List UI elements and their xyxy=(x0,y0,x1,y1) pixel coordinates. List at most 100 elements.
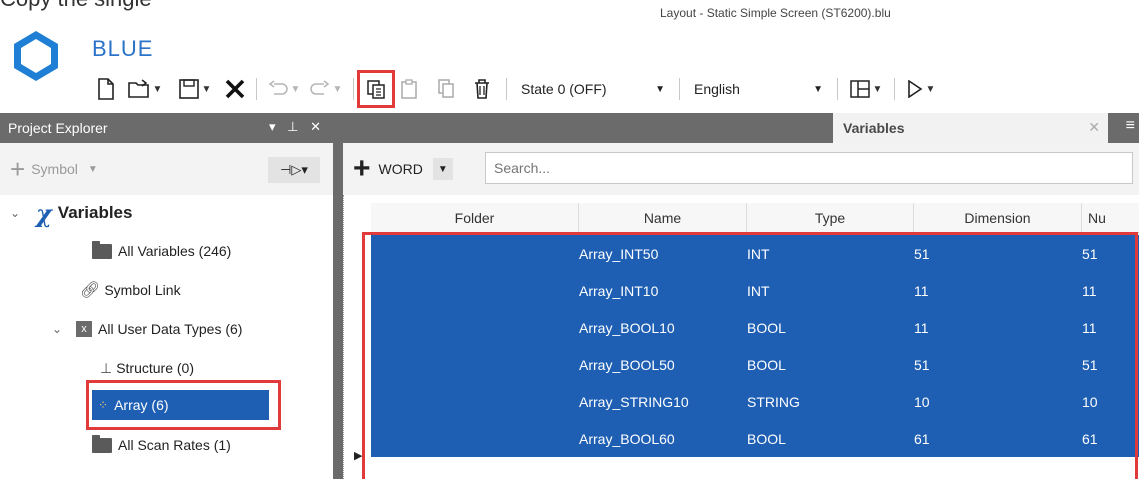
cell-type: STRING xyxy=(747,393,800,410)
cell-name: Array_BOOL60 xyxy=(579,430,675,447)
tree-node-variables[interactable]: ⌄ χ Variables xyxy=(10,198,133,228)
paste-icon xyxy=(401,79,417,99)
array-icon: ⁘ xyxy=(98,398,109,412)
panel-controls[interactable]: ▾ ⊥ ✕ xyxy=(269,119,325,135)
cell-dimension: 11 xyxy=(914,282,929,299)
tree-node-user-data-types[interactable]: ⌄ x All User Data Types (6) xyxy=(52,315,242,343)
cell-name: Array_INT10 xyxy=(579,282,659,299)
cell-nu: 10 xyxy=(1082,393,1098,410)
add-variable-button[interactable]: + WORD xyxy=(353,152,423,185)
add-symbol-button[interactable]: + Symbol ▼ xyxy=(10,154,98,184)
cell-nu: 11 xyxy=(1082,282,1097,299)
save-button[interactable]: ▼ xyxy=(170,74,220,104)
tree-node-array-label: Array (6) xyxy=(114,397,169,413)
column-header-name[interactable]: Name xyxy=(579,203,747,233)
toolbar-divider xyxy=(353,78,354,100)
cell-type: BOOL xyxy=(747,319,786,336)
panel-splitter[interactable] xyxy=(333,113,343,479)
cell-dimension: 11 xyxy=(914,319,929,336)
tree-node-scan-rates[interactable]: All Scan Rates (1) xyxy=(92,431,231,459)
pin-menu-button[interactable]: ⊣▷▾ xyxy=(268,157,320,183)
state-select-value: State 0 (OFF) xyxy=(521,81,607,97)
table-row[interactable]: Array_BOOL50 BOOL 51 51 xyxy=(371,346,1139,383)
new-file-button[interactable] xyxy=(92,74,120,104)
toolbar-divider xyxy=(837,78,838,100)
tree-node-array[interactable]: ⁘ Array (6) xyxy=(92,390,269,420)
tree-node-all-variables[interactable]: All Variables (246) xyxy=(92,237,231,265)
save-icon xyxy=(178,79,199,99)
cell-name: Array_BOOL10 xyxy=(579,319,675,336)
tab-variables[interactable]: Variables ✕ xyxy=(833,113,1108,143)
open-button[interactable]: ▼ xyxy=(120,74,170,104)
folder-icon xyxy=(92,434,112,453)
chevron-down-icon: ▼ xyxy=(332,83,343,95)
delete-button[interactable] xyxy=(220,74,250,104)
tree-node-structure[interactable]: ⊥ Structure (0) xyxy=(100,354,194,382)
duplicate-button[interactable] xyxy=(428,74,464,104)
cell-name: Array_BOOL50 xyxy=(579,356,675,373)
language-select[interactable]: English ▼ xyxy=(686,75,831,103)
table-row[interactable]: Array_BOOL10 BOOL 11 11 xyxy=(371,309,1139,346)
toolbar-divider xyxy=(256,78,257,100)
tab-menu-icon[interactable]: ≡ xyxy=(1126,117,1135,135)
cell-dimension: 10 xyxy=(914,393,930,410)
cell-type: BOOL xyxy=(747,356,786,373)
chevron-down-icon: ⌄ xyxy=(52,322,63,336)
grid-header: Folder Name Type Dimension Nu xyxy=(371,203,1139,233)
tree-node-user-data-types-label: All User Data Types (6) xyxy=(98,321,243,337)
chevron-down-icon: ▼ xyxy=(290,83,301,95)
arrow-right-icon: ▶ xyxy=(354,450,363,462)
language-select-value: English xyxy=(694,81,740,97)
link-icon: 🔗︎ xyxy=(80,282,101,299)
toolbar-divider xyxy=(679,78,680,100)
table-row[interactable]: Array_BOOL60 BOOL 61 61 xyxy=(371,420,1139,457)
add-variable-dropdown[interactable]: ▼ xyxy=(432,158,453,180)
redo-icon xyxy=(309,80,329,95)
chevron-down-icon: ▼ xyxy=(872,83,883,95)
tree-node-symbol-link[interactable]: 🔗︎ Symbol Link xyxy=(80,276,181,304)
table-row[interactable]: Array_INT50 INT 51 51 xyxy=(371,235,1139,272)
layout-button[interactable]: ▼ xyxy=(844,74,888,104)
state-select[interactable]: State 0 (OFF) ▼ xyxy=(513,75,673,103)
column-header-folder[interactable]: Folder xyxy=(371,203,579,233)
duplicate-icon xyxy=(438,79,454,98)
tree-node-all-variables-label: All Variables (246) xyxy=(118,243,232,259)
tree-node-scan-rates-label: All Scan Rates (1) xyxy=(118,437,231,453)
tree-node-symbol-link-label: Symbol Link xyxy=(104,282,181,298)
cell-nu: 11 xyxy=(1082,319,1097,336)
cell-dimension: 61 xyxy=(914,430,930,447)
trash-icon xyxy=(475,79,489,99)
project-tree: ⌄ χ Variables All Variables (246) 🔗︎ Sym… xyxy=(0,195,333,479)
plus-icon: + xyxy=(10,154,26,184)
redo-button[interactable]: ▼ xyxy=(305,74,347,104)
search-input[interactable] xyxy=(485,152,1133,184)
close-icon xyxy=(225,79,245,99)
pin-icon: ⊣▷▾ xyxy=(280,162,308,177)
tree-node-variables-label: Variables xyxy=(57,203,133,222)
document-tab-bar: Variables ✕ ≡ xyxy=(343,113,1139,143)
table-row[interactable]: Array_STRING10 STRING 10 10 xyxy=(371,383,1139,420)
window-title: Layout - Static Simple Screen (ST6200).b… xyxy=(660,6,891,20)
copy-icon xyxy=(367,80,385,99)
project-explorer-header: Project Explorer ▾ ⊥ ✕ xyxy=(0,113,333,143)
run-button[interactable]: ▼ xyxy=(901,74,941,104)
plus-icon: + xyxy=(353,152,371,185)
chevron-down-icon: ▼ xyxy=(437,163,448,175)
copy-button[interactable] xyxy=(357,70,395,108)
chevron-down-icon: ▼ xyxy=(152,83,163,95)
chevron-down-icon: ▼ xyxy=(655,83,665,95)
column-header-nu[interactable]: Nu xyxy=(1082,203,1139,233)
close-icon[interactable]: ✕ xyxy=(1088,119,1100,136)
undo-icon xyxy=(268,80,288,95)
project-explorer-title: Project Explorer xyxy=(8,120,108,136)
tab-variables-label: Variables xyxy=(843,120,905,136)
chevron-down-icon: ▼ xyxy=(925,83,936,95)
cell-nu: 51 xyxy=(1082,245,1098,262)
column-header-dimension[interactable]: Dimension xyxy=(914,203,1082,233)
column-header-type[interactable]: Type xyxy=(747,203,914,233)
table-row[interactable]: Array_INT10 INT 11 11 xyxy=(371,272,1139,309)
undo-button[interactable]: ▼ xyxy=(263,74,305,104)
trash-button[interactable] xyxy=(464,74,500,104)
variables-icon: χ xyxy=(36,198,52,228)
paste-button[interactable] xyxy=(392,74,428,104)
